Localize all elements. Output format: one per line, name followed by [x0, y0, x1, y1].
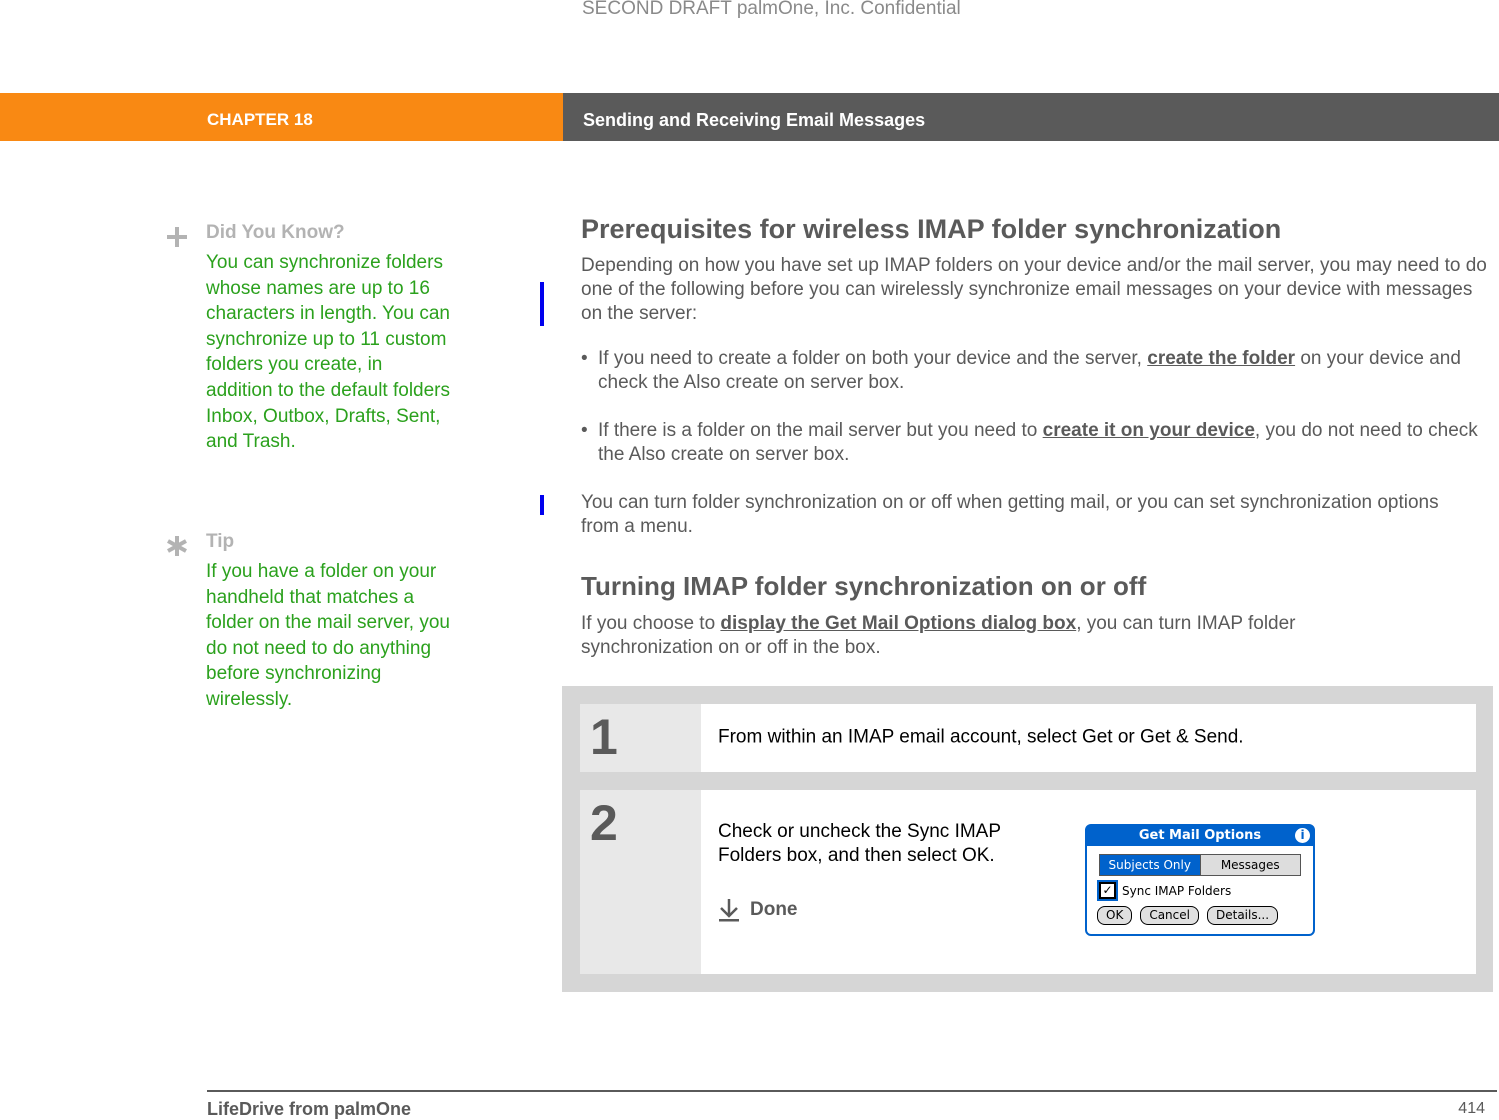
book-title: LifeDrive from palmOne	[207, 1099, 412, 1119]
step-1: 1 From within an IMAP email account, sel…	[580, 704, 1476, 772]
cancel-button[interactable]: Cancel	[1140, 906, 1199, 925]
download-mode-selector: Subjects Only Messages	[1099, 854, 1301, 876]
get-mail-options-link[interactable]: display the Get Mail Options dialog box	[720, 613, 1076, 634]
tip-text: If you have a folder on your handheld th…	[206, 561, 450, 710]
get-mail-options-dialog: Get Mail Options i Subjects Only Message…	[1085, 824, 1315, 936]
bullet-icon: •	[581, 348, 588, 369]
draft-watermark: SECOND DRAFT palmOne, Inc. Confidential	[582, 0, 961, 19]
chapter-banner: CHAPTER 18	[0, 93, 563, 141]
segment-subjects-only[interactable]: Subjects Only	[1100, 855, 1200, 875]
down-arrow-icon	[719, 899, 739, 922]
segment-messages[interactable]: Messages	[1199, 855, 1300, 875]
info-icon[interactable]: i	[1295, 828, 1310, 843]
details-button[interactable]: Details...	[1206, 906, 1279, 925]
create-it-on-your-device-link[interactable]: create it on your device	[1043, 420, 1255, 441]
turning-sync-intro: If you choose to display the Get Mail Op…	[581, 613, 1296, 658]
list-item: • If you need to create a folder on both…	[581, 348, 1461, 393]
chapter-title-banner: Sending and Receiving Email Messages	[563, 93, 1499, 141]
change-bar	[540, 282, 544, 326]
prerequisites-intro: Depending on how you have set up IMAP fo…	[581, 255, 1487, 324]
section-heading-turning-sync: Turning IMAP folder synchronization on o…	[581, 571, 1147, 601]
page-number: 414	[1458, 1100, 1485, 1117]
step-text: Check or uncheck the Sync IMAP Folders b…	[718, 821, 1001, 866]
footer-divider	[207, 1090, 1497, 1092]
create-the-folder-link[interactable]: create the folder	[1147, 348, 1295, 369]
list-item: • If there is a folder on the mail serve…	[581, 420, 1478, 465]
bullet-icon: •	[581, 420, 588, 441]
step-number: 1	[590, 709, 618, 765]
done-indicator: Done	[718, 898, 798, 922]
sync-imap-folders-checkbox[interactable]: ✓	[1097, 880, 1118, 901]
ok-button[interactable]: OK	[1097, 906, 1133, 925]
chapter-label: CHAPTER 18	[207, 110, 313, 129]
section-heading-prerequisites: Prerequisites for wireless IMAP folder s…	[581, 214, 1282, 244]
did-you-know-text: You can synchronize folders whose names …	[206, 252, 451, 453]
sync-options-paragraph: You can turn folder synchronization on o…	[581, 492, 1439, 537]
dialog-title: Get Mail Options	[1087, 826, 1313, 846]
change-bar	[540, 495, 544, 515]
chapter-title: Sending and Receiving Email Messages	[583, 110, 926, 130]
sync-imap-folders-option: ✓ Sync IMAP Folders	[1097, 880, 1232, 901]
steps-box: 1 From within an IMAP email account, sel…	[562, 686, 1493, 992]
step-number: 2	[590, 795, 618, 851]
plus-icon	[167, 227, 187, 247]
step-text: From within an IMAP email account, selec…	[718, 726, 1244, 748]
tip-title: Tip	[206, 531, 235, 552]
checkbox-label: Sync IMAP Folders	[1122, 883, 1232, 898]
asterisk-icon	[167, 536, 187, 556]
step-2: 2 Check or uncheck the Sync IMAP Folders…	[580, 790, 1476, 974]
did-you-know-title: Did You Know?	[206, 222, 345, 243]
